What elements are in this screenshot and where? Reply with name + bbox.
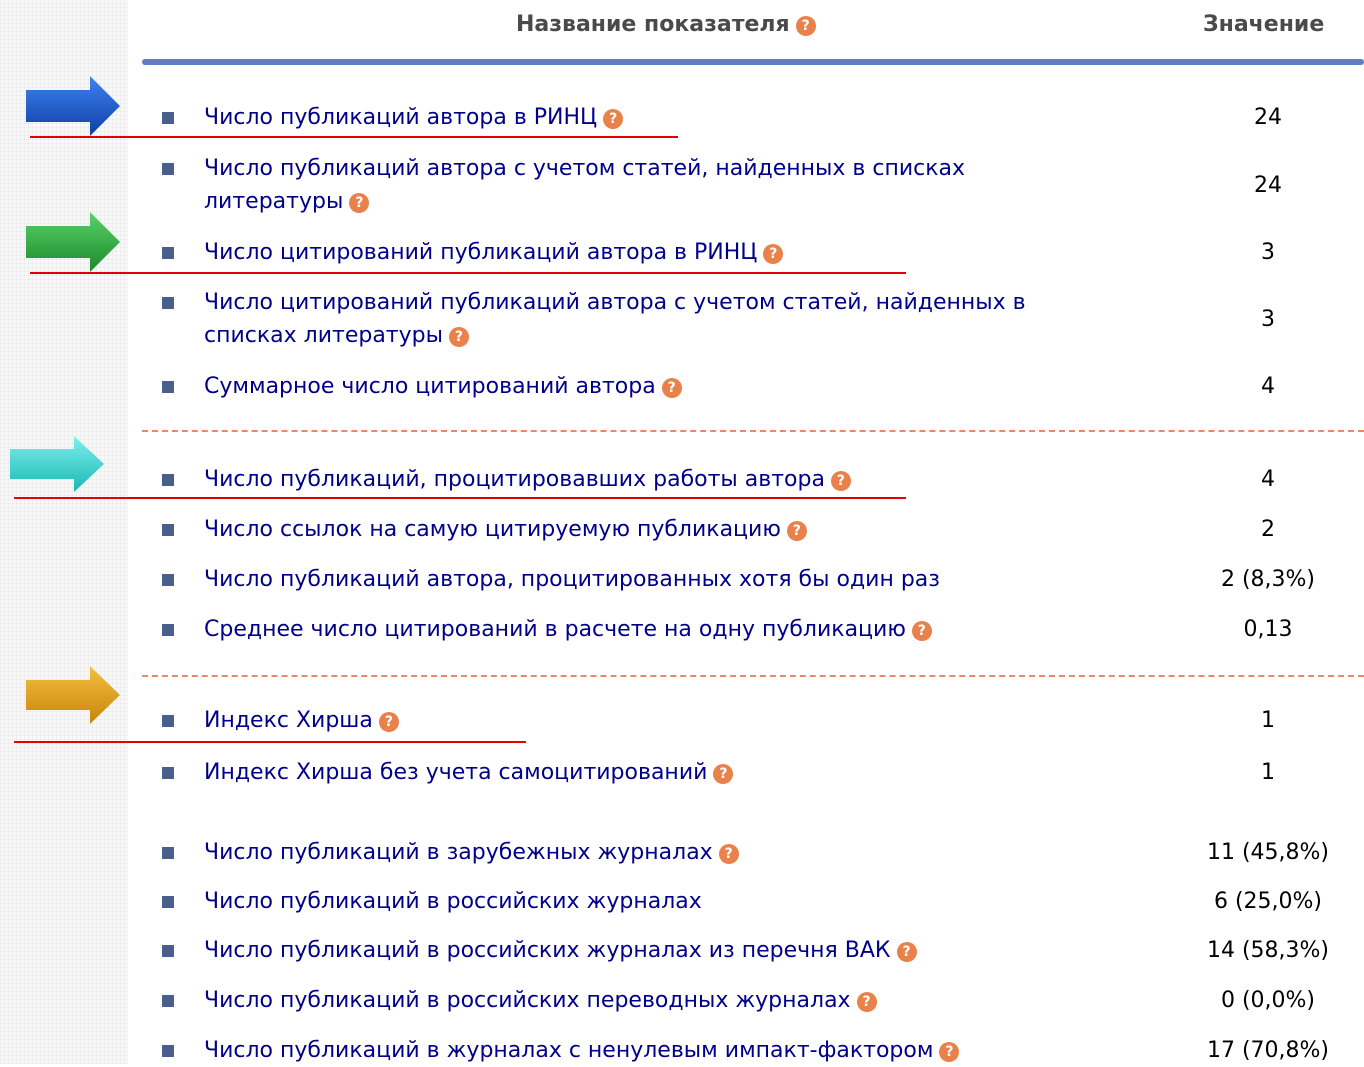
metric-value: 14 (58,3%) bbox=[1206, 938, 1330, 963]
help-icon[interactable]: ? bbox=[830, 471, 851, 491]
help-icon[interactable]: ? bbox=[378, 712, 399, 732]
left-background-pattern bbox=[0, 0, 128, 1064]
square-bullet-icon bbox=[162, 896, 174, 908]
green-arrow-icon bbox=[26, 212, 120, 272]
square-bullet-icon bbox=[162, 1045, 174, 1057]
square-bullet-icon bbox=[162, 767, 174, 779]
metric-value: 11 (45,8%) bbox=[1206, 840, 1330, 865]
metric-value: 6 (25,0%) bbox=[1213, 889, 1323, 914]
metric-value: 1 bbox=[1261, 760, 1275, 785]
help-icon[interactable]: ? bbox=[661, 378, 682, 398]
help-icon[interactable]: ? bbox=[713, 764, 734, 784]
metric-label[interactable]: Число публикаций в российских журналах и… bbox=[204, 934, 1104, 967]
metric-label-text[interactable]: Число публикаций в российских журналах и… bbox=[204, 938, 891, 963]
metric-label-text[interactable]: Число цитирований публикаций автора с уч… bbox=[204, 290, 1026, 348]
square-bullet-icon bbox=[162, 524, 174, 536]
header-divider bbox=[142, 59, 1364, 65]
square-bullet-icon bbox=[162, 715, 174, 727]
metric-value: 0 (0,0%) bbox=[1220, 988, 1316, 1013]
metric-label[interactable]: Число публикаций в зарубежных журналах? bbox=[204, 836, 1104, 869]
metric-label-text[interactable]: Число публикаций автора с учетом статей,… bbox=[204, 156, 965, 214]
help-icon[interactable]: ? bbox=[603, 109, 624, 129]
metric-label-text[interactable]: Число публикаций в журналах с ненулевым … bbox=[204, 1038, 933, 1063]
help-icon[interactable]: ? bbox=[795, 16, 816, 36]
metric-label[interactable]: Индекс Хирша без учета самоцитирований? bbox=[204, 756, 1104, 789]
help-icon[interactable]: ? bbox=[786, 521, 807, 541]
metric-label-text[interactable]: Число ссылок на самую цитируемую публика… bbox=[204, 517, 781, 542]
metric-value: 1 bbox=[1261, 708, 1275, 733]
metric-label-text[interactable]: Число публикаций в российских журналах bbox=[204, 889, 702, 914]
square-bullet-icon bbox=[162, 163, 174, 175]
metric-label-text[interactable]: Среднее число цитирований в расчете на о… bbox=[204, 617, 906, 642]
help-icon[interactable]: ? bbox=[349, 193, 370, 213]
metric-value: 3 bbox=[1261, 240, 1275, 265]
square-bullet-icon bbox=[162, 847, 174, 859]
square-bullet-icon bbox=[162, 247, 174, 259]
metric-label[interactable]: Число публикаций автора с учетом статей,… bbox=[204, 152, 1024, 218]
metric-label[interactable]: Индекс Хирша? bbox=[204, 704, 1104, 737]
square-bullet-icon bbox=[162, 112, 174, 124]
help-icon[interactable]: ? bbox=[448, 327, 469, 347]
highlight-underline bbox=[30, 136, 678, 138]
metric-label[interactable]: Число цитирований публикаций автора в РИ… bbox=[204, 236, 1104, 269]
metric-label[interactable]: Суммарное число цитирований автора? bbox=[204, 370, 1104, 403]
help-icon[interactable]: ? bbox=[856, 992, 877, 1012]
metric-label-text[interactable]: Суммарное число цитирований автора bbox=[204, 374, 656, 399]
column-header-name-text: Название показателя bbox=[516, 12, 790, 37]
metric-label[interactable]: Число публикаций, процитировавших работы… bbox=[204, 463, 1104, 496]
square-bullet-icon bbox=[162, 574, 174, 586]
cyan-arrow-icon bbox=[10, 436, 104, 492]
group-separator bbox=[142, 430, 1364, 432]
help-icon[interactable]: ? bbox=[718, 844, 739, 864]
metric-value: 3 bbox=[1261, 307, 1275, 332]
metric-value: 17 (70,8%) bbox=[1206, 1038, 1330, 1063]
highlight-underline bbox=[14, 741, 526, 743]
metric-label-text[interactable]: Число цитирований публикаций автора в РИ… bbox=[204, 240, 757, 265]
highlight-underline bbox=[14, 497, 906, 499]
help-icon[interactable]: ? bbox=[763, 244, 784, 264]
square-bullet-icon bbox=[162, 381, 174, 393]
metric-label-text[interactable]: Число публикаций в российских переводных… bbox=[204, 988, 851, 1013]
help-icon[interactable]: ? bbox=[896, 942, 917, 962]
metric-label[interactable]: Число цитирований публикаций автора с уч… bbox=[204, 286, 1084, 352]
metric-label[interactable]: Число публикаций автора, процитированных… bbox=[204, 563, 1104, 596]
metric-value: 24 bbox=[1254, 105, 1282, 130]
group-separator bbox=[142, 675, 1364, 677]
metric-value: 2 bbox=[1261, 517, 1275, 542]
metric-label[interactable]: Число публикаций в российских журналах bbox=[204, 885, 1104, 918]
metric-label-text[interactable]: Число публикаций автора в РИНЦ bbox=[204, 105, 597, 130]
metric-value: 0,13 bbox=[1243, 617, 1293, 642]
metric-value: 4 bbox=[1261, 374, 1275, 399]
square-bullet-icon bbox=[162, 297, 174, 309]
metric-value: 24 bbox=[1254, 173, 1282, 198]
metric-label-text[interactable]: Число публикаций в зарубежных журналах bbox=[204, 840, 713, 865]
metric-label-text[interactable]: Индекс Хирша без учета самоцитирований bbox=[204, 760, 707, 785]
metric-value: 2 (8,3%) bbox=[1220, 567, 1316, 592]
metric-label[interactable]: Число публикаций в российских переводных… bbox=[204, 984, 1104, 1017]
metric-value: 4 bbox=[1261, 467, 1275, 492]
help-icon[interactable]: ? bbox=[911, 621, 932, 641]
square-bullet-icon bbox=[162, 995, 174, 1007]
help-icon[interactable]: ? bbox=[939, 1042, 960, 1062]
metric-label[interactable]: Число публикаций автора в РИНЦ? bbox=[204, 101, 1104, 134]
metric-label-text[interactable]: Число публикаций автора, процитированных… bbox=[204, 567, 940, 592]
column-header-value: Значение bbox=[1203, 12, 1325, 37]
highlight-underline bbox=[30, 272, 906, 274]
metric-label-text[interactable]: Индекс Хирша bbox=[204, 708, 373, 733]
blue-arrow-icon bbox=[26, 76, 120, 136]
metric-label[interactable]: Число ссылок на самую цитируемую публика… bbox=[204, 513, 1104, 546]
square-bullet-icon bbox=[162, 945, 174, 957]
orange-arrow-icon bbox=[26, 666, 120, 724]
square-bullet-icon bbox=[162, 624, 174, 636]
column-header-name: Название показателя? bbox=[516, 12, 816, 37]
square-bullet-icon bbox=[162, 474, 174, 486]
metric-label[interactable]: Число публикаций в журналах с ненулевым … bbox=[204, 1034, 1104, 1067]
metric-label-text[interactable]: Число публикаций, процитировавших работы… bbox=[204, 467, 825, 492]
metric-label[interactable]: Среднее число цитирований в расчете на о… bbox=[204, 613, 1104, 646]
